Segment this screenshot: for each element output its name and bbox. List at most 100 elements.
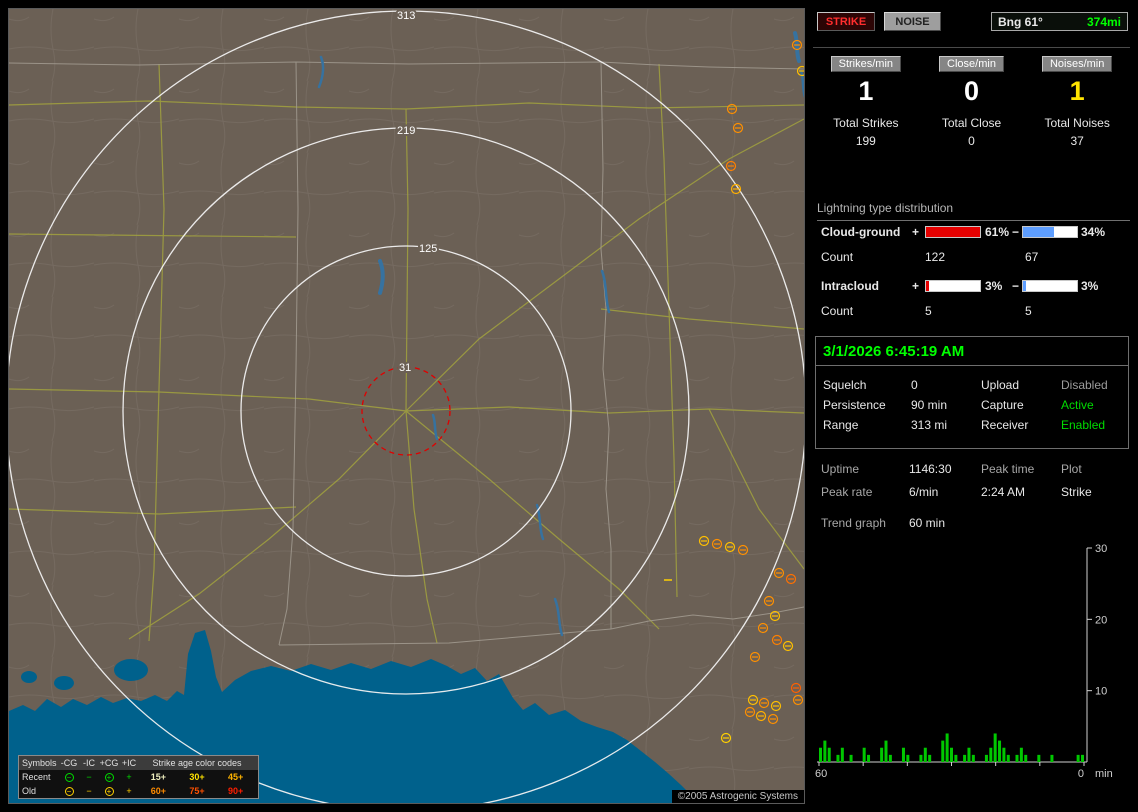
squelch-value: 0	[911, 378, 918, 392]
peak-time-value: 2:24 AM	[981, 485, 1026, 499]
close-per-min-button[interactable]: Close/min	[939, 56, 1004, 72]
cg-plus-count: 122	[925, 250, 946, 264]
bearing-display: Bng 61° 374mi	[991, 12, 1128, 31]
close-rate-column: Close/min 0 Total Close 0	[919, 56, 1025, 148]
squelch-label: Squelch	[823, 378, 867, 392]
total-close-value: 0	[968, 134, 975, 148]
legend-header: Symbols -CG -IC +CG +IC Strike age color…	[19, 756, 258, 770]
noise-button[interactable]: NOISE	[884, 12, 941, 31]
bearing-distance: 374mi	[1086, 14, 1121, 29]
legend-recent-label: Recent	[22, 771, 51, 782]
upload-status: Disabled	[1061, 378, 1108, 392]
ic-plus-percent: 3%	[985, 279, 1003, 293]
close-per-min-value: 0	[963, 76, 980, 106]
ring-label-31: 31	[399, 362, 411, 374]
receiver-status: Enabled	[1061, 418, 1106, 432]
noises-rate-column: Noises/min 1 Total Noises 37	[1024, 56, 1130, 148]
cg-minus-percent: 34%	[1081, 225, 1106, 239]
pos-cg-icon: +	[99, 771, 119, 784]
strikes-rate-column: Strikes/min 1 Total Strikes 199	[813, 56, 919, 148]
toolbar: STRIKE NOISE Bng 61° 374mi	[815, 12, 1130, 34]
uptime-label: Uptime	[821, 462, 860, 476]
cg-minus-count: 67	[1025, 250, 1039, 264]
intracloud-label: Intracloud	[821, 279, 880, 293]
svg-text:10: 10	[1095, 686, 1107, 698]
total-strikes-value: 199	[855, 134, 876, 148]
sidebar: STRIKE NOISE Bng 61° 374mi Strikes/min 1…	[813, 8, 1130, 804]
svg-text:60: 60	[815, 768, 827, 780]
legend-col-pos-cg: +CG	[99, 757, 119, 768]
ring-label-313: 313	[397, 10, 415, 22]
neg-ic-icon: −	[86, 771, 92, 782]
rate-columns: Strikes/min 1 Total Strikes 199 Close/mi…	[813, 56, 1130, 148]
ic-minus-percent: 3%	[1081, 279, 1099, 293]
cloud-ground-count-row: Count 122 67	[813, 250, 1130, 264]
total-noises-label: Total Noises	[1044, 116, 1110, 130]
minus-sign: −	[1012, 279, 1020, 293]
status-grid: Squelch 0 Upload Disabled Persistence 90…	[823, 375, 1128, 435]
ic-minus-bar	[1022, 280, 1078, 292]
strike-button[interactable]: STRIKE	[817, 12, 875, 31]
peak-rate-value: 6/min	[909, 485, 939, 499]
neg-cg-icon: −	[59, 771, 79, 784]
neg-ic-icon: −	[86, 785, 92, 796]
bearing-label: Bng 61°	[998, 14, 1043, 29]
plus-sign: +	[912, 279, 920, 293]
plot-label: Plot	[1061, 462, 1082, 476]
cg-minus-bar	[1022, 226, 1078, 238]
age-code-75: 75+	[189, 785, 205, 796]
capture-label: Capture	[981, 398, 1024, 412]
total-close-label: Total Close	[941, 116, 1002, 130]
legend-col-pos-ic: +IC	[121, 757, 137, 768]
plot-value: Strike	[1061, 485, 1092, 499]
svg-text:20: 20	[1095, 614, 1107, 626]
strikes-per-min-button[interactable]: Strikes/min	[830, 56, 902, 72]
datetime-display: 3/1/2026 6:45:19 AM	[816, 337, 1128, 366]
peak-rate-label: Peak rate	[821, 485, 873, 499]
status-panel: 3/1/2026 6:45:19 AM Squelch 0 Upload Dis…	[815, 336, 1129, 449]
stats-row-2: Peak rate 6/min 2:24 AM Strike	[821, 485, 1128, 499]
strikes-per-min-value: 1	[858, 76, 874, 106]
distribution-title: Lightning type distribution	[817, 201, 1130, 221]
ic-plus-count: 5	[925, 304, 932, 318]
ic-plus-bar	[925, 280, 981, 292]
noises-per-min-value: 1	[1069, 76, 1085, 106]
range-value: 313 mi	[911, 418, 948, 432]
map-panel: 313 219 125 31 Symbols -CG -IC +CG +IC S…	[8, 8, 805, 804]
range-label: Range	[823, 418, 859, 432]
svg-text:30: 30	[1095, 543, 1107, 555]
stats-row-1: Uptime 1146:30 Peak time Plot	[821, 462, 1128, 476]
age-code-60: 60+	[150, 785, 166, 796]
legend-row-old: Old − − + + 60+ 75+ 90+	[19, 784, 258, 798]
legend-row-recent: Recent − − + + 15+ 30+ 45+	[19, 770, 258, 784]
cloud-ground-label: Cloud-ground	[821, 225, 901, 239]
pos-ic-icon: +	[126, 785, 132, 796]
cg-plus-percent: 61%	[985, 225, 1010, 239]
count-label: Count	[821, 250, 854, 264]
plus-sign: +	[912, 225, 920, 239]
legend-age-title: Strike age color codes	[152, 757, 242, 768]
legend-col-neg-ic: -IC	[83, 757, 95, 768]
lightning-map[interactable]: 313 219 125 31	[9, 9, 804, 803]
copyright-text: ©2005 Astrogenic Systems	[671, 790, 804, 803]
stats-row-3: Trend graph 60 min	[821, 516, 1128, 530]
neg-cg-icon: −	[59, 785, 79, 798]
legend-symbols-header: Symbols	[22, 757, 57, 768]
svg-text:min: min	[1095, 768, 1113, 780]
pos-ic-icon: +	[126, 771, 132, 782]
trend-graph: 10 20 30 60 0 min	[815, 543, 1113, 780]
ring-label-219: 219	[397, 125, 415, 137]
minus-sign: −	[1012, 225, 1020, 239]
peak-time-label: Peak time	[981, 462, 1035, 476]
pos-cg-icon: +	[99, 785, 119, 798]
noises-per-min-button[interactable]: Noises/min	[1041, 56, 1113, 72]
ic-minus-count: 5	[1025, 304, 1032, 318]
trend-graph-label: Trend graph	[821, 516, 886, 530]
total-noises-value: 37	[1070, 134, 1084, 148]
toolbar-divider	[813, 47, 1130, 48]
intracloud-count-row: Count 5 5	[813, 304, 1130, 318]
map-legend: Symbols -CG -IC +CG +IC Strike age color…	[18, 755, 259, 799]
total-strikes-label: Total Strikes	[833, 116, 899, 130]
legend-old-label: Old	[22, 785, 37, 796]
intracloud-row: Intracloud + 3% − 3%	[813, 279, 1130, 295]
